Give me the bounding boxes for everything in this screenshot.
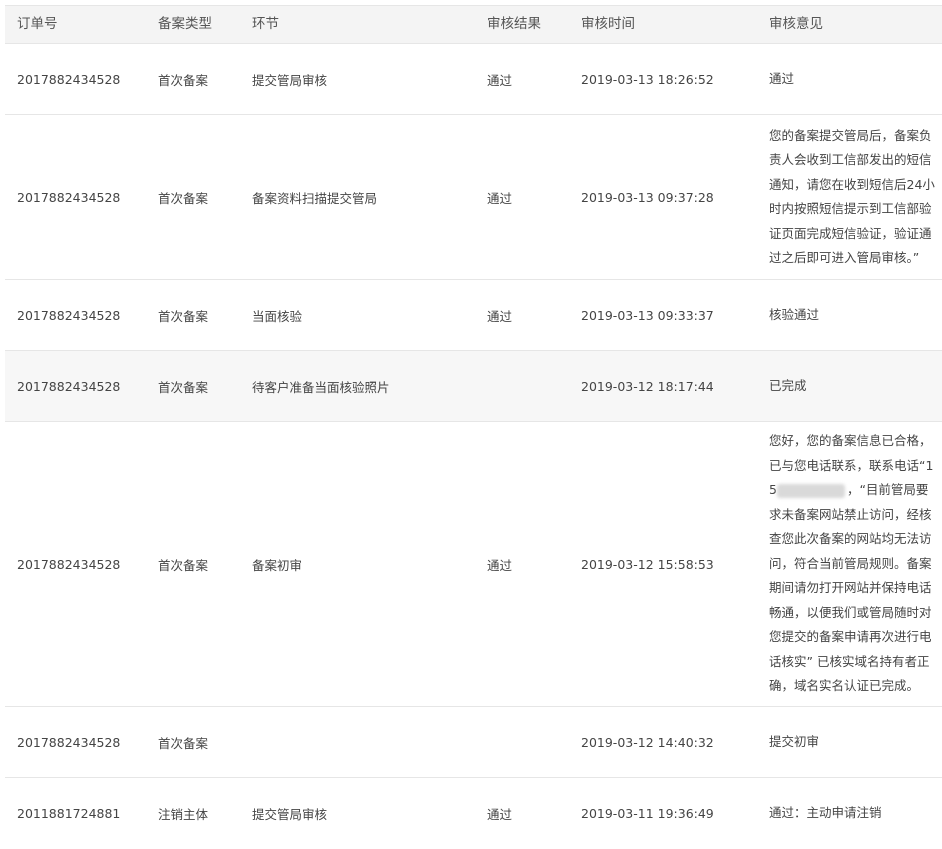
table-row: 2017882434528 首次备案 备案初审 通过 2019-03-12 15… <box>5 422 942 707</box>
filing-type-cell: 首次备案 <box>158 735 209 751</box>
stage-cell: 当面核验 <box>252 308 303 324</box>
opinion-text: 已完成 <box>769 377 807 393</box>
redacted-phone-mask <box>776 483 845 498</box>
order-no-cell: 2017882434528 <box>17 734 121 750</box>
time-cell: 2019-03-12 14:40:32 <box>581 734 714 750</box>
time-cell: 2019-03-13 09:37:28 <box>581 189 714 205</box>
header-stage: 环节 <box>252 16 279 32</box>
opinion-text: 您好，您的备案信息已合格，已与您电话联系，联系电话“15 ，“目前管局要求未备案网… <box>769 429 937 699</box>
result-cell: 通过 <box>487 190 513 206</box>
header-time: 审核时间 <box>581 16 635 32</box>
opinion-text: 提交初审 <box>769 733 820 749</box>
opinion-text: 通过 <box>769 70 795 86</box>
opinion-cell: 您好，您的备案信息已合格，已与您电话联系，联系电话“15 ，“目前管局要求未备案网… <box>769 422 937 706</box>
opinion-text: 核验通过 <box>769 306 820 322</box>
time-cell: 2019-03-13 09:33:37 <box>581 307 714 323</box>
table-row: 2017882434528 首次备案 备案资料扫描提交管局 通过 2019-03… <box>5 115 942 280</box>
filing-type-cell: 首次备案 <box>158 308 209 324</box>
filing-type-cell: 首次备案 <box>158 379 209 395</box>
opinion-text: 通过：主动申请注销 <box>769 805 882 821</box>
stage-cell: 提交管局审核 <box>252 72 328 88</box>
opinion-text: 您的备案提交管局后，备案负责人会收到工信部发出的短信通知，请您在收到短信后24小… <box>769 127 935 266</box>
result-cell: 通过 <box>487 308 513 324</box>
order-no-cell: 2011881724881 <box>17 806 121 821</box>
time-cell: 2019-03-11 19:36:49 <box>581 806 714 821</box>
filing-type-cell: 注销主体 <box>158 807 209 822</box>
header-result: 审核结果 <box>487 16 541 32</box>
audit-record-table: 订单号 备案类型 环节 审核结果 审核时间 审核意见 2017882434528… <box>0 0 942 830</box>
stage-cell: 备案资料扫描提交管局 <box>252 190 378 206</box>
time-cell: 2019-03-12 18:17:44 <box>581 378 714 394</box>
opinion-cell: 通过：主动申请注销 <box>769 778 937 849</box>
order-no-cell: 2017882434528 <box>17 189 121 205</box>
result-cell: 通过 <box>487 807 513 822</box>
order-no-cell: 2017882434528 <box>17 556 121 572</box>
table-row: 2011881724881 注销主体 提交管局审核 通过 2019-03-11 … <box>5 778 942 849</box>
header-opinion: 审核意见 <box>769 16 823 32</box>
table-row: 2017882434528 首次备案 提交管局审核 通过 2019-03-13 … <box>5 44 942 115</box>
opinion-cell: 提交初审 <box>769 707 937 777</box>
table-row: 2017882434528 首次备案 2019-03-12 14:40:32 提… <box>5 707 942 778</box>
filing-type-cell: 首次备案 <box>158 190 209 206</box>
table-header: 订单号 备案类型 环节 审核结果 审核时间 审核意见 <box>5 5 942 44</box>
time-cell: 2019-03-12 15:58:53 <box>581 556 714 572</box>
header-filing-type: 备案类型 <box>158 16 212 32</box>
time-cell: 2019-03-13 18:26:52 <box>581 71 714 87</box>
opinion-cell: 已完成 <box>769 351 937 421</box>
order-no-cell: 2017882434528 <box>17 71 121 87</box>
opinion-cell: 您的备案提交管局后，备案负责人会收到工信部发出的短信通知，请您在收到短信后24小… <box>769 115 937 279</box>
stage-cell: 待客户准备当面核验照片 <box>252 379 390 395</box>
stage-cell: 提交管局审核 <box>252 807 328 822</box>
opinion-cell: 核验通过 <box>769 280 937 350</box>
opinion-cell: 通过 <box>769 44 937 114</box>
header-order-no: 订单号 <box>17 16 58 32</box>
filing-type-cell: 首次备案 <box>158 72 209 88</box>
table-row: 2017882434528 首次备案 待客户准备当面核验照片 2019-03-1… <box>5 351 942 422</box>
stage-cell: 备案初审 <box>252 557 303 573</box>
result-cell: 通过 <box>487 557 513 573</box>
order-no-cell: 2017882434528 <box>17 378 121 394</box>
filing-type-cell: 首次备案 <box>158 557 209 573</box>
table-row: 2017882434528 首次备案 当面核验 通过 2019-03-13 09… <box>5 280 942 351</box>
order-no-cell: 2017882434528 <box>17 307 121 323</box>
result-cell: 通过 <box>487 72 513 88</box>
opinion-text-part: ，“目前管局要求未备案网站禁止访问，经核查您此次备案的网站均无法访问，符合当前管… <box>769 482 932 694</box>
